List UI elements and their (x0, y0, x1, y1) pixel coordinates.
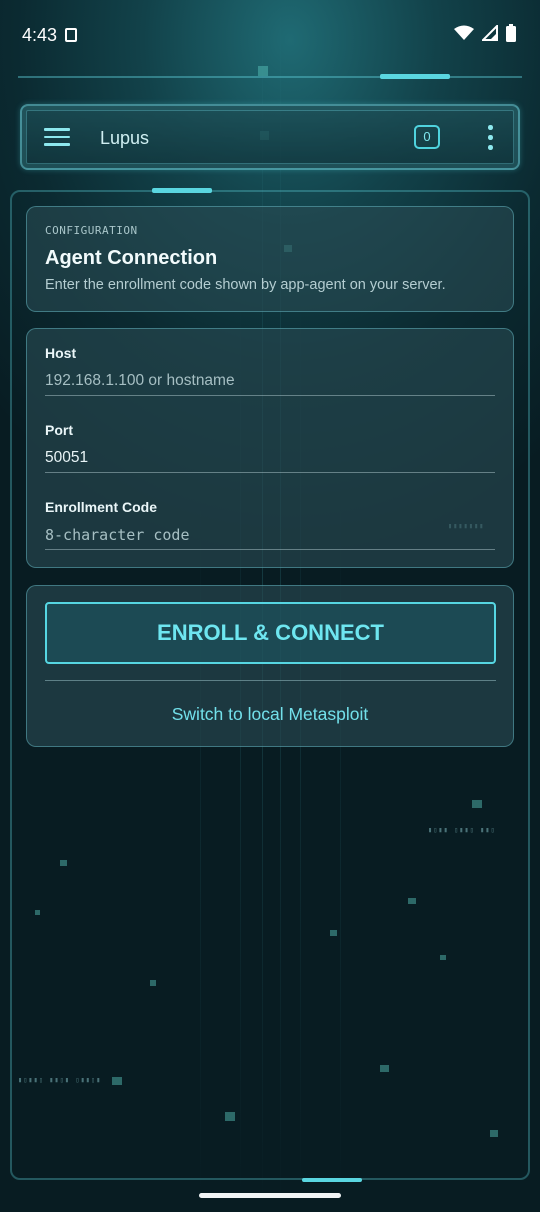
battery-icon (506, 24, 516, 42)
actions-card: ENROLL & CONNECT Switch to local Metaspl… (26, 585, 514, 747)
gesture-nav-bar[interactable] (199, 1193, 341, 1198)
enrollment-code-input[interactable] (45, 520, 495, 550)
port-input[interactable] (45, 443, 495, 473)
page-title: Agent Connection (45, 247, 218, 269)
menu-icon[interactable] (44, 128, 70, 146)
divider (45, 680, 496, 681)
config-card: CONFIGURATION Agent Connection Enter the… (26, 206, 514, 312)
notification-badge[interactable]: 0 (414, 125, 440, 149)
screenshot-icon (65, 28, 77, 42)
enrollment-code-label: Enrollment Code (45, 499, 158, 515)
signal-icon (482, 25, 498, 41)
host-input[interactable] (45, 366, 495, 396)
status-time: 4:43 (22, 25, 58, 45)
app-title: Lupus (100, 128, 150, 148)
host-label: Host (45, 345, 77, 361)
port-label: Port (45, 422, 73, 438)
status-icons (454, 24, 516, 42)
status-bar: 4:43 (0, 0, 540, 70)
frame-top-border (18, 74, 522, 88)
app-bar: Lupus 0 (20, 104, 520, 170)
config-eyebrow: CONFIGURATION (45, 224, 138, 237)
more-vert-icon[interactable] (484, 124, 496, 152)
wifi-icon (454, 25, 474, 40)
page-description: Enter the enrollment code shown by app-a… (45, 277, 446, 293)
enroll-connect-button[interactable]: ENROLL & CONNECT (45, 602, 496, 664)
switch-local-metasploit-link[interactable]: Switch to local Metasploit (27, 704, 513, 725)
connection-form: Host Port Enrollment Code (26, 328, 514, 568)
